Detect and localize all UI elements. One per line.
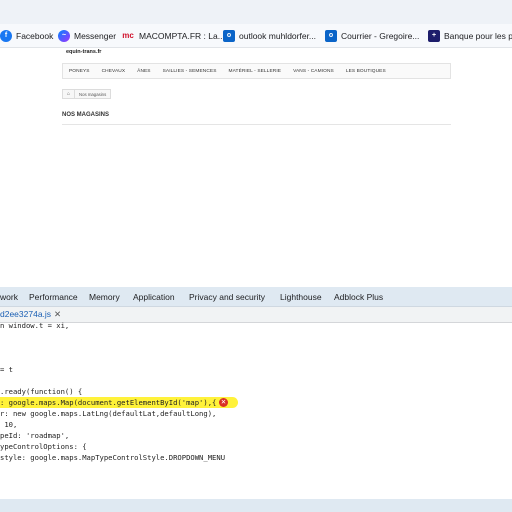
messenger-icon: ~ <box>58 29 70 42</box>
code-line: n window.t = xi, <box>0 321 70 330</box>
bookmark-label: outlook muhldorfer... <box>239 30 317 41</box>
nav-item-vans[interactable]: VANS - CAMIONS <box>287 69 340 74</box>
macompta-icon: mc <box>122 31 134 40</box>
code-line-highlighted: : google.maps.Map(document.getElementByI… <box>0 397 239 408</box>
code-line: r: new google.maps.LatLng(defaultLat,def… <box>0 409 217 418</box>
bookmark-facebook[interactable]: f Facebook <box>0 24 53 47</box>
bookmark-courrier[interactable]: o Courrier - Gregoire... <box>325 24 419 47</box>
outlook-icon: o <box>223 29 235 42</box>
tab-application[interactable]: Application <box>133 292 175 302</box>
site-logo[interactable]: equin-trans.fr <box>66 49 101 55</box>
web-page: equin-trans.fr PONEYS CHEVAUX ÂNES SAILL… <box>0 49 512 285</box>
code-line: 10, <box>0 420 18 429</box>
source-file-tab[interactable]: d2ee3274a.js ✕ <box>0 309 61 320</box>
tab-memory[interactable]: Memory <box>89 292 120 302</box>
source-file-tabs: d2ee3274a.js ✕ <box>0 307 512 323</box>
devtools-bottom-bar <box>0 499 512 512</box>
bookmark-label: MACOMPTA.FR : La... <box>139 30 225 41</box>
tab-performance[interactable]: Performance <box>29 292 78 302</box>
browser-top-strip <box>0 0 512 24</box>
bookmarks-bar: f Facebook ~ Messenger mc MACOMPTA.FR : … <box>0 24 512 48</box>
code-editor[interactable]: n window.t = xi, = t .ready(function() {… <box>0 321 512 473</box>
close-icon[interactable]: ✕ <box>54 309 61 319</box>
breadcrumb-current: Nos magasins <box>79 91 107 97</box>
bookmark-outlook[interactable]: o outlook muhldorfer... <box>223 24 316 47</box>
bookmark-messenger[interactable]: ~ Messenger <box>58 24 116 47</box>
home-icon[interactable]: ⌂ <box>63 90 75 98</box>
nav-item-anes[interactable]: ÂNES <box>131 69 156 74</box>
code-line: .ready(function() { <box>0 387 83 396</box>
devtools-panel: work Performance Memory Application Priv… <box>0 287 512 512</box>
main-nav: PONEYS CHEVAUX ÂNES SAILLIES - SEMENCES … <box>62 63 451 79</box>
code-line: style: google.maps.MapTypeControlStyle.D… <box>0 453 226 462</box>
code-line: ypeControlOptions: { <box>0 442 87 451</box>
title-divider <box>62 124 451 125</box>
tab-privacy-security[interactable]: Privacy and security <box>189 292 265 302</box>
tab-adblock-plus[interactable]: Adblock Plus <box>334 292 383 302</box>
tab-network[interactable]: work <box>0 292 18 302</box>
tab-lighthouse[interactable]: Lighthouse <box>280 292 322 302</box>
bookmark-macompta[interactable]: mc MACOMPTA.FR : La... <box>121 24 225 47</box>
nav-item-saillies[interactable]: SAILLIES - SEMENCES <box>157 69 223 74</box>
bookmark-banque[interactable]: + Banque pour les pr... <box>428 24 512 47</box>
devtools-tabs: work Performance Memory Application Priv… <box>0 287 512 307</box>
facebook-icon: f <box>0 29 12 42</box>
nav-item-chevaux[interactable]: CHEVAUX <box>96 69 132 74</box>
outlook-mail-icon: o <box>325 29 337 42</box>
bank-icon: + <box>428 29 440 42</box>
code-line: = t <box>0 365 13 374</box>
bookmark-label: Messenger <box>74 30 117 41</box>
code-line: peId: 'roadmap', <box>0 431 70 440</box>
nav-item-boutiques[interactable]: LES BOUTIQUES <box>340 69 392 74</box>
nav-item-materiel[interactable]: MATÉRIEL - SELLERIE <box>223 69 288 74</box>
bookmark-label: Courrier - Gregoire... <box>341 30 420 41</box>
bookmark-label: Facebook <box>16 30 54 41</box>
bookmark-label: Banque pour les pr... <box>444 30 512 41</box>
file-tab-label: d2ee3274a.js <box>0 309 52 319</box>
breadcrumb: ⌂ Nos magasins <box>62 89 112 99</box>
error-icon[interactable]: ✕ <box>219 398 228 407</box>
page-title: NOS MAGASINS <box>62 112 110 118</box>
nav-item-poneys[interactable]: PONEYS <box>63 69 96 74</box>
